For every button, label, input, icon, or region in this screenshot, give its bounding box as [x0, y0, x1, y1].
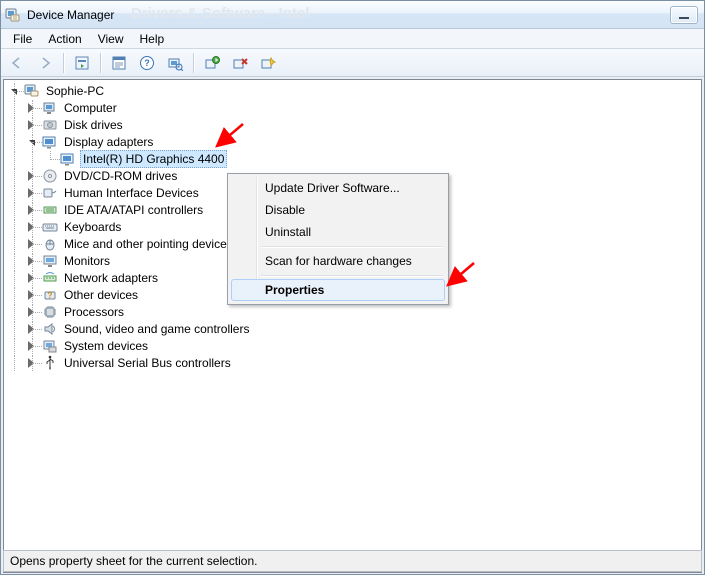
computer-icon	[24, 83, 40, 99]
menu-file[interactable]: File	[5, 30, 40, 48]
tree-label: DVD/CD-ROM drives	[62, 168, 179, 184]
tree-label: Computer	[62, 100, 119, 116]
ctx-scan-hardware[interactable]: Scan for hardware changes	[231, 250, 445, 272]
expander-open-icon[interactable]	[24, 134, 42, 150]
window-title: Device Manager	[27, 8, 114, 22]
expander-closed-icon[interactable]	[24, 270, 42, 286]
expander-closed-icon[interactable]	[24, 219, 42, 235]
device-manager-icon	[5, 7, 21, 23]
ctx-separator	[261, 246, 443, 247]
usb-icon	[42, 355, 58, 371]
disk-icon	[42, 117, 58, 133]
expander-closed-icon[interactable]	[24, 168, 42, 184]
ide-icon	[42, 202, 58, 218]
menubar: File Action View Help	[1, 29, 704, 49]
toolbar-scan-button[interactable]	[163, 51, 187, 75]
menu-help[interactable]: Help	[132, 30, 173, 48]
toolbar-uninstall-button[interactable]	[256, 51, 280, 75]
toolbar-separator	[63, 53, 64, 73]
tree-label: Other devices	[62, 287, 140, 303]
expander-closed-icon[interactable]	[24, 287, 42, 303]
tree-label: Network adapters	[62, 270, 160, 286]
expander-closed-icon[interactable]	[24, 236, 42, 252]
ctx-uninstall[interactable]: Uninstall	[231, 221, 445, 243]
toolbar: ?	[1, 49, 704, 77]
ctx-properties[interactable]: Properties	[231, 279, 445, 301]
expander-closed-icon[interactable]	[24, 202, 42, 218]
toolbar-separator	[193, 53, 194, 73]
system-icon	[42, 338, 58, 354]
status-bar: Opens property sheet for the current sel…	[3, 550, 702, 572]
tree-node-system[interactable]: System devices	[6, 338, 697, 354]
tree-label: Sophie-PC	[44, 83, 106, 99]
tree-node-computer[interactable]: Computer	[6, 100, 697, 116]
tree-label-selected: Intel(R) HD Graphics 4400	[80, 150, 227, 168]
tree-label: IDE ATA/ATAPI controllers	[62, 202, 205, 218]
tree-label: Monitors	[62, 253, 112, 269]
toolbar-update-button[interactable]	[200, 51, 224, 75]
svg-text:?: ?	[48, 291, 53, 300]
monitor-icon	[42, 253, 58, 269]
tree-label: Display adapters	[62, 134, 155, 150]
toolbar-back-button[interactable]	[5, 51, 29, 75]
tree-label: Disk drives	[62, 117, 125, 133]
pc-icon	[42, 100, 58, 116]
cpu-icon	[42, 304, 58, 320]
toolbar-separator	[100, 53, 101, 73]
ctx-update-driver[interactable]: Update Driver Software...	[231, 177, 445, 199]
context-menu: Update Driver Software... Disable Uninst…	[227, 173, 449, 305]
tree-node-processors[interactable]: Processors	[6, 304, 697, 320]
menu-view[interactable]: View	[90, 30, 132, 48]
expander-closed-icon[interactable]	[24, 117, 42, 133]
tree-node-intel-hd[interactable]: Intel(R) HD Graphics 4400	[6, 151, 697, 167]
svg-text:?: ?	[144, 58, 150, 68]
network-icon	[42, 270, 58, 286]
expander-closed-icon[interactable]	[24, 304, 42, 320]
tree-node-usb[interactable]: Universal Serial Bus controllers	[6, 355, 697, 371]
mouse-icon	[42, 236, 58, 252]
status-text: Opens property sheet for the current sel…	[10, 554, 257, 568]
expander-closed-icon[interactable]	[24, 253, 42, 269]
tree-label: Processors	[62, 304, 126, 320]
display-adapter-icon	[42, 134, 58, 150]
toolbar-forward-button[interactable]	[33, 51, 57, 75]
tree-label: Mice and other pointing devices	[62, 236, 235, 252]
expander-closed-icon[interactable]	[24, 185, 42, 201]
tree-label: Sound, video and game controllers	[62, 321, 251, 337]
display-adapter-icon	[60, 151, 76, 167]
expander-closed-icon[interactable]	[24, 338, 42, 354]
toolbar-disable-button[interactable]	[228, 51, 252, 75]
tree-node-display-adapters[interactable]: Display adapters	[6, 134, 697, 150]
expander-closed-icon[interactable]	[24, 321, 42, 337]
ctx-separator	[261, 275, 443, 276]
expander-open-icon[interactable]	[6, 83, 24, 99]
keyboard-icon	[42, 219, 58, 235]
tree-pane: Sophie-PC Computer Disk drives Display a…	[3, 79, 702, 573]
toolbar-show-hidden-button[interactable]	[70, 51, 94, 75]
toolbar-help-button[interactable]: ?	[135, 51, 159, 75]
minimize-button[interactable]	[670, 6, 698, 24]
other-devices-icon: ?	[42, 287, 58, 303]
dvd-icon	[42, 168, 58, 184]
tree-label: Human Interface Devices	[62, 185, 201, 201]
expander-closed-icon[interactable]	[24, 100, 42, 116]
tree-node-sound[interactable]: Sound, video and game controllers	[6, 321, 697, 337]
menu-action[interactable]: Action	[40, 30, 89, 48]
tree-label: System devices	[62, 338, 150, 354]
tree-label: Universal Serial Bus controllers	[62, 355, 233, 371]
hid-icon	[42, 185, 58, 201]
expander-closed-icon[interactable]	[24, 355, 42, 371]
tree-label: Keyboards	[62, 219, 123, 235]
toolbar-properties-button[interactable]	[107, 51, 131, 75]
tree-node-root[interactable]: Sophie-PC	[6, 83, 697, 99]
tree-node-disk-drives[interactable]: Disk drives	[6, 117, 697, 133]
sound-icon	[42, 321, 58, 337]
ctx-disable[interactable]: Disable	[231, 199, 445, 221]
titlebar: Device Manager	[1, 1, 704, 29]
